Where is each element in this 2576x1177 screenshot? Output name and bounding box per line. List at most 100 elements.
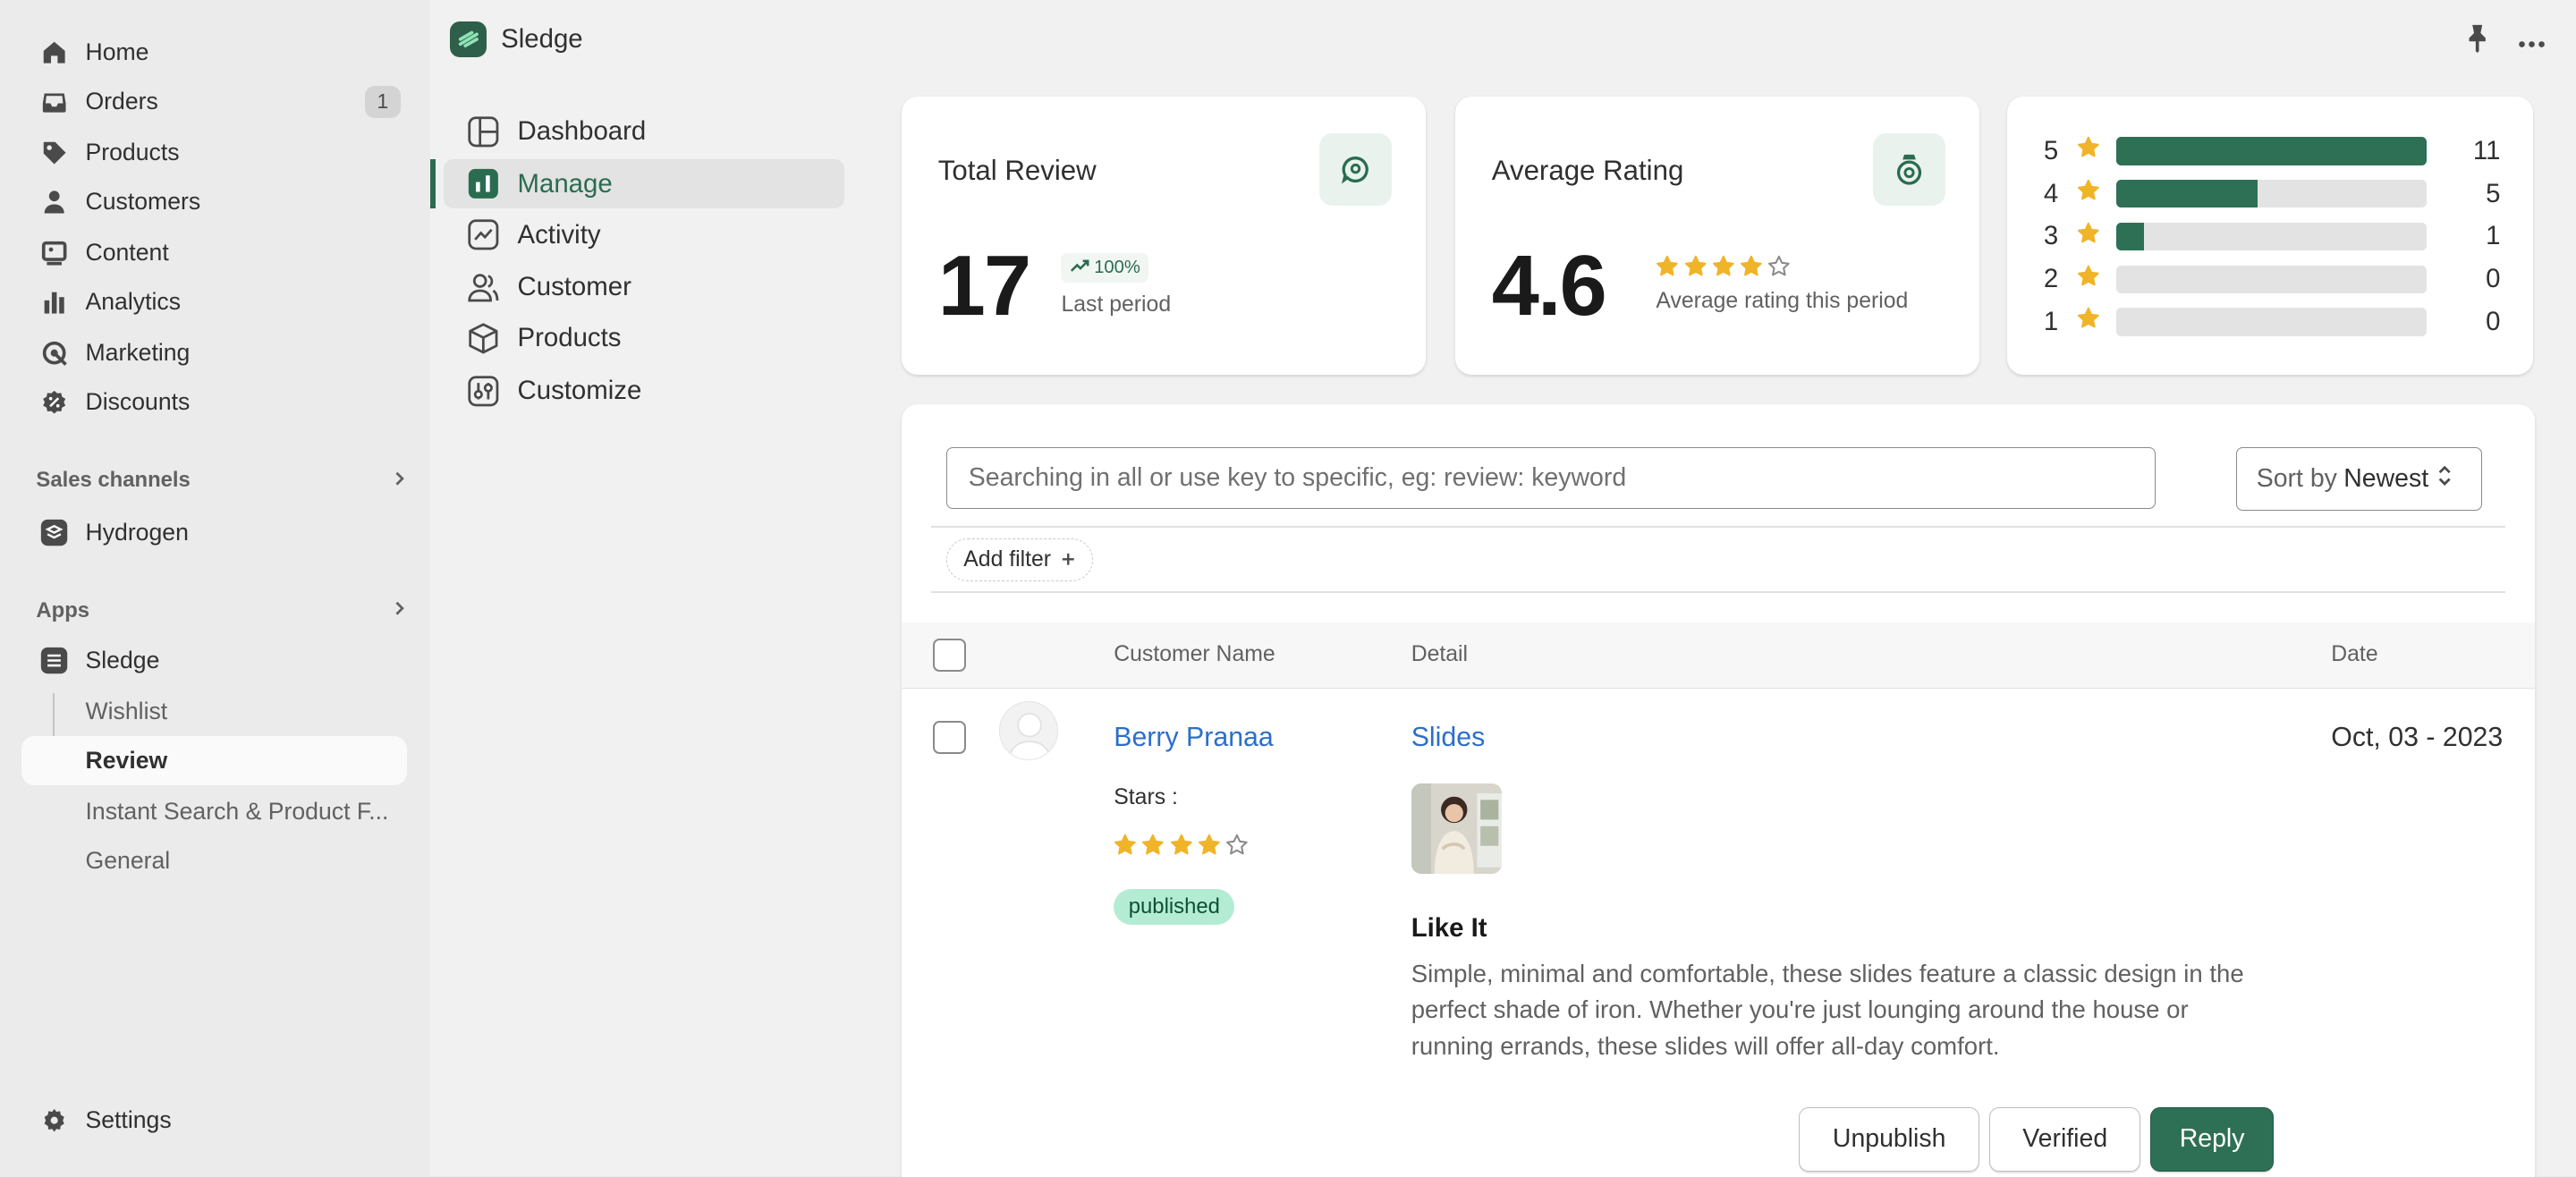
avatar (998, 701, 1058, 761)
distribution-row: 1 0 (2044, 306, 2501, 339)
app-nav-dashboard[interactable]: Dashboard (444, 106, 844, 156)
divider (931, 525, 2505, 528)
rating-distribution-card: 5 11 4 5 3 1 2 0 1 0 (2007, 97, 2534, 375)
subnav-instant-search[interactable]: Instant Search & Product F... (21, 787, 408, 836)
nav-orders[interactable]: Orders 1 (21, 77, 408, 126)
nav-label: Products (85, 139, 180, 166)
subnav-review[interactable]: Review (21, 735, 408, 785)
distribution-row: 5 11 (2044, 135, 2501, 168)
nav-label: Marketing (85, 339, 191, 367)
distribution-count: 5 (2486, 178, 2501, 208)
image-icon (38, 236, 71, 269)
app-nav-customer[interactable]: Customer (444, 263, 844, 312)
apps-label: Apps (36, 597, 90, 622)
sub-item-label: Instant Search & Product F... (85, 797, 389, 825)
nav-label: Analytics (85, 288, 182, 316)
topbar-actions (2464, 23, 2546, 60)
sort-value: Newest (2343, 463, 2429, 493)
product-link[interactable]: Slides (1411, 723, 1486, 753)
nav-customers[interactable]: Customers (21, 177, 408, 226)
distribution-bar (2115, 180, 2427, 208)
more-options-icon[interactable] (2517, 26, 2546, 56)
verified-button[interactable]: Verified (1989, 1106, 2141, 1172)
reply-button[interactable]: Reply (2150, 1106, 2274, 1172)
select-all-checkbox[interactable] (933, 639, 966, 673)
star-filled-icon (1740, 255, 1763, 285)
total-review-card: Total Review 17 100% Last period (902, 97, 1427, 375)
sales-channels-header[interactable]: Sales channels (36, 468, 407, 493)
select-arrows-icon (2436, 464, 2453, 495)
sales-channels-label: Sales channels (36, 468, 191, 493)
app-nav-activity[interactable]: Activity (444, 210, 844, 259)
gear-icon (38, 1104, 71, 1137)
average-rating-value: 4.6 (1491, 239, 1607, 334)
add-filter-button[interactable]: Add filter (945, 538, 1093, 582)
review-title: Like It (1411, 913, 1487, 944)
sub-item-label: Wishlist (85, 697, 168, 724)
sort-prefix: Sort by (2256, 463, 2337, 493)
column-customer-name: Customer Name (1114, 642, 1275, 667)
review-icon (1318, 132, 1392, 206)
star-icon (2077, 307, 2100, 337)
person-icon (38, 186, 71, 219)
sub-item-label: Review (85, 746, 168, 774)
review-body: Simple, minimal and comfortable, these s… (1411, 959, 2244, 1060)
nav-products[interactable]: Products (21, 128, 408, 177)
app-nav-customize[interactable]: Customize (444, 367, 844, 416)
stars-label: Stars : (1114, 784, 1178, 809)
star-filled-icon (1684, 255, 1707, 285)
distribution-count: 0 (2486, 264, 2501, 294)
nav-home[interactable]: Home (21, 28, 408, 77)
star-empty-icon (1767, 255, 1791, 285)
distribution-bar (2115, 308, 2427, 336)
status-badge: published (1114, 888, 1235, 926)
search-input[interactable]: Searching in all or use key to specific,… (945, 446, 2156, 510)
app-nav-label: Activity (517, 219, 601, 250)
star-icon (2077, 179, 2100, 209)
subnav-general[interactable]: General (21, 836, 408, 885)
sledge-app-icon (38, 644, 71, 677)
distribution-fill (2115, 180, 2258, 208)
orders-count-badge: 1 (364, 85, 402, 119)
app-nav-products[interactable]: Products (444, 314, 844, 363)
star-icon (2077, 136, 2100, 166)
average-rating-subtitle: Average rating this period (1656, 289, 1909, 314)
discount-icon (38, 386, 71, 419)
total-review-title: Total Review (937, 154, 1097, 186)
product-thumbnail[interactable] (1411, 783, 1502, 875)
pin-icon[interactable] (2464, 23, 2490, 60)
distribution-stars: 3 (2043, 221, 2059, 251)
chevron-right-icon (391, 598, 407, 623)
manage-icon (465, 166, 501, 202)
nav-analytics[interactable]: Analytics (21, 277, 408, 326)
sort-select[interactable]: Sort by Newest (2235, 446, 2483, 512)
nav-settings[interactable]: Settings (21, 1096, 408, 1145)
average-rating-stars (1656, 255, 1791, 285)
app-nav-manage[interactable]: Manage (443, 159, 845, 209)
nav-label: Content (85, 239, 169, 267)
nav-hydrogen[interactable]: Hydrogen (21, 508, 408, 557)
distribution-fill (2115, 137, 2427, 165)
box-icon (465, 320, 501, 356)
customer-name-link[interactable]: Berry Pranaa (1114, 723, 1274, 753)
nav-content[interactable]: Content (21, 228, 408, 277)
app-nav-label: Dashboard (517, 115, 647, 146)
distribution-count: 0 (2486, 306, 2501, 336)
review-date: Oct, 03 - 2023 (2331, 723, 2504, 753)
star-filled-icon (1198, 833, 1221, 863)
nav-discounts[interactable]: Discounts (21, 377, 408, 427)
unpublish-button[interactable]: Unpublish (1799, 1106, 1980, 1172)
distribution-stars: 2 (2043, 264, 2059, 294)
apps-header[interactable]: Apps (36, 598, 407, 623)
sub-item-label: General (85, 846, 171, 874)
nav-marketing[interactable]: Marketing (21, 328, 408, 377)
sledge-logo-icon (450, 21, 487, 58)
nav-sledge[interactable]: Sledge (21, 636, 408, 685)
star-filled-icon (1114, 833, 1137, 863)
row-checkbox[interactable] (933, 721, 966, 755)
nav-label: Orders (85, 88, 158, 115)
average-rating-card: Average Rating 4.6 Average rating this p… (1455, 97, 1980, 375)
distribution-fill (2115, 222, 2144, 251)
subnav-wishlist[interactable]: Wishlist (21, 687, 408, 736)
distribution-bar (2115, 265, 2427, 293)
